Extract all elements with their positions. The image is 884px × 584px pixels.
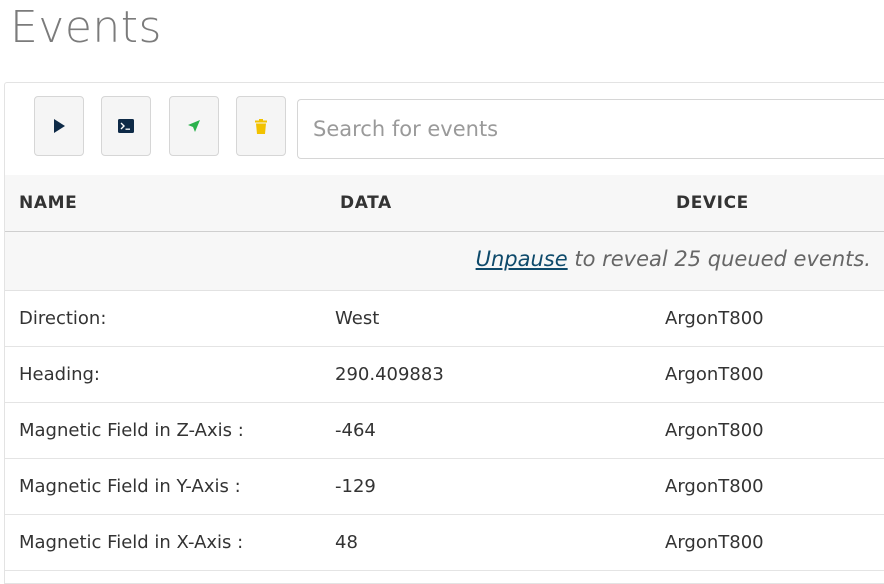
- table-row[interactable]: Heading: 290.409883 ArgonT800: [5, 347, 884, 403]
- play-button[interactable]: [34, 96, 84, 156]
- page-title: Events: [10, 2, 162, 53]
- table-row[interactable]: Magnetic Field in Y-Axis : -129 ArgonT80…: [5, 459, 884, 515]
- events-table-body: Direction: West ArgonT800 Heading: 290.4…: [5, 291, 884, 571]
- terminal-icon: [118, 119, 134, 133]
- publish-button[interactable]: [169, 96, 219, 156]
- queued-events-text: to reveal 25 queued events.: [567, 247, 871, 271]
- trash-icon: [255, 118, 267, 134]
- event-data: 48: [335, 532, 358, 553]
- event-data: 290.409883: [335, 364, 444, 385]
- queued-events-banner: Unpause to reveal 25 queued events.: [5, 232, 884, 291]
- events-panel: NAME DATA DEVICE Unpause to reveal 25 qu…: [4, 82, 884, 584]
- play-icon: [54, 119, 65, 133]
- queued-events-message: Unpause to reveal 25 queued events.: [476, 247, 871, 271]
- event-device: ArgonT800: [665, 308, 764, 329]
- event-data: -129: [335, 476, 376, 497]
- column-header-name[interactable]: NAME: [19, 193, 77, 213]
- send-icon: [188, 120, 200, 132]
- event-name: Heading:: [19, 364, 100, 385]
- event-name: Direction:: [19, 308, 107, 329]
- search-input[interactable]: [297, 99, 884, 159]
- event-device: ArgonT800: [665, 532, 764, 553]
- column-header-data[interactable]: DATA: [340, 193, 392, 213]
- event-device: ArgonT800: [665, 476, 764, 497]
- console-button[interactable]: [101, 96, 151, 156]
- event-device: ArgonT800: [665, 364, 764, 385]
- event-device: ArgonT800: [665, 420, 764, 441]
- table-row[interactable]: Magnetic Field in Z-Axis : -464 ArgonT80…: [5, 403, 884, 459]
- event-name: Magnetic Field in Z-Axis :: [19, 420, 244, 441]
- unpause-link[interactable]: Unpause: [476, 247, 568, 271]
- event-name: Magnetic Field in X-Axis :: [19, 532, 244, 553]
- event-data: -464: [335, 420, 376, 441]
- clear-button[interactable]: [236, 96, 286, 156]
- event-data: West: [335, 308, 380, 329]
- table-header: NAME DATA DEVICE: [5, 175, 884, 232]
- table-row[interactable]: Direction: West ArgonT800: [5, 291, 884, 347]
- event-name: Magnetic Field in Y-Axis :: [19, 476, 241, 497]
- table-row[interactable]: Magnetic Field in X-Axis : 48 ArgonT800: [5, 515, 884, 571]
- column-header-device[interactable]: DEVICE: [676, 193, 749, 213]
- toolbar: [5, 83, 884, 175]
